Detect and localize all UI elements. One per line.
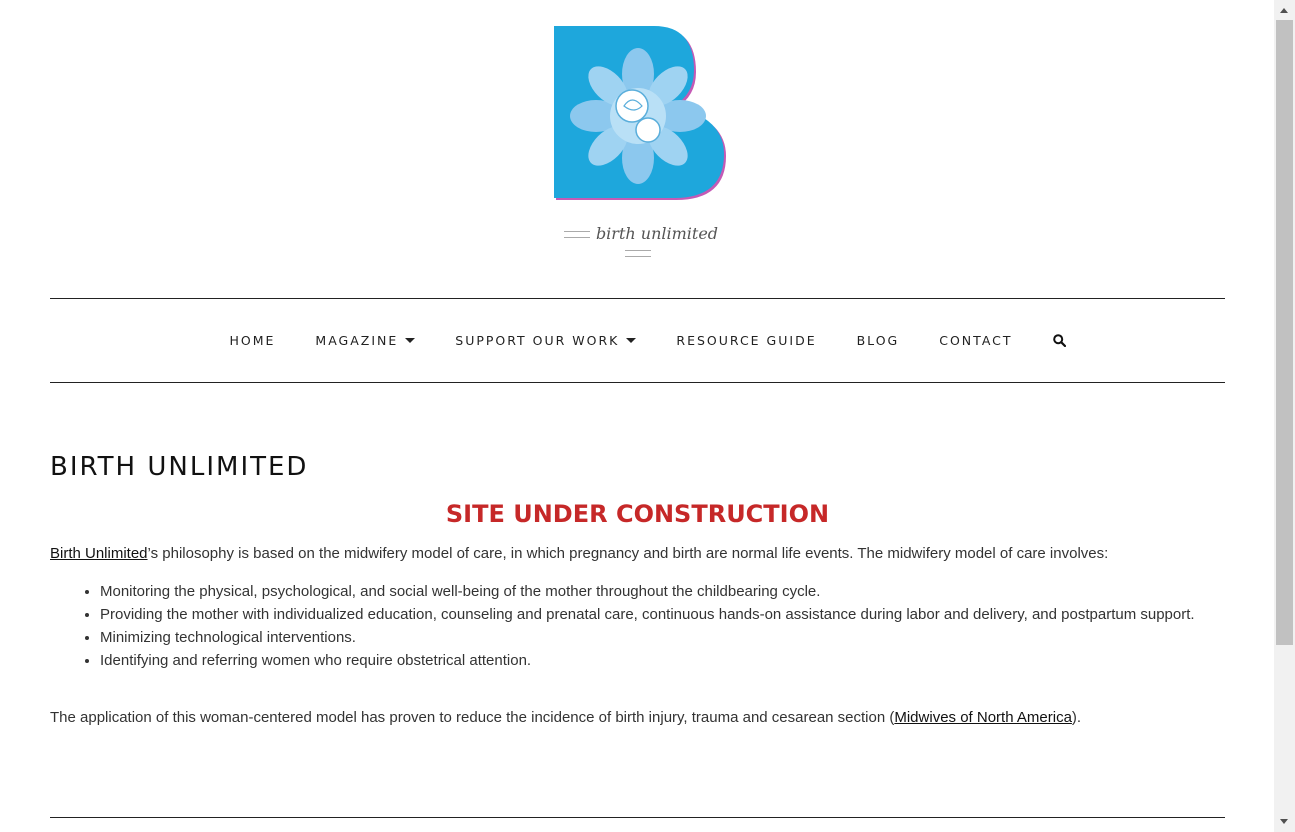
nav-magazine-label: MAGAZINE bbox=[315, 333, 399, 348]
logo-caption-text: birth unlimited bbox=[595, 224, 719, 243]
site-logo[interactable]: birth unlimited bbox=[546, 24, 730, 257]
caret-down-icon bbox=[405, 338, 416, 343]
nav-contact[interactable]: CONTACT bbox=[939, 333, 1012, 348]
intro-text: ’s philosophy is based on the midwifery … bbox=[147, 545, 1109, 562]
list-item: Minimizing technological interventions. bbox=[100, 626, 1260, 649]
birth-unlimited-link[interactable]: Birth Unlimited bbox=[50, 545, 148, 562]
nav-contact-label: CONTACT bbox=[939, 333, 1013, 348]
list-item: Identifying and referring women who requ… bbox=[100, 649, 1260, 672]
nav-blog-label: BLOG bbox=[856, 333, 900, 348]
page-title: BIRTH UNLIMITED bbox=[50, 452, 309, 482]
nav-resource-label: RESOURCE GUIDE bbox=[676, 333, 817, 348]
nav-magazine[interactable]: MAGAZINE bbox=[315, 333, 416, 348]
model-of-care-list: Monitoring the physical, psychological, … bbox=[50, 580, 1260, 672]
outro-end: ). bbox=[1071, 709, 1082, 726]
nav-home[interactable]: HOME bbox=[229, 333, 275, 348]
list-item: Monitoring the physical, psychological, … bbox=[100, 580, 1260, 603]
list-item: Providing the mother with individualized… bbox=[100, 603, 1260, 626]
nav-blog[interactable]: BLOG bbox=[857, 333, 900, 348]
outro-paragraph: The application of this woman-centered m… bbox=[50, 708, 1225, 728]
footer-divider bbox=[50, 817, 1225, 818]
outro-text: The application of this woman-centered m… bbox=[50, 709, 895, 726]
logo-caption: birth unlimited bbox=[546, 224, 730, 262]
nav-home-label: HOME bbox=[229, 333, 276, 348]
nav-resource-guide[interactable]: RESOURCE GUIDE bbox=[676, 333, 816, 348]
scroll-down-arrow-icon[interactable] bbox=[1280, 819, 1288, 824]
caption-rule-right bbox=[625, 250, 651, 257]
vertical-scrollbar[interactable] bbox=[1274, 0, 1295, 832]
scroll-up-arrow-icon[interactable] bbox=[1280, 8, 1288, 13]
nav-support-our-work[interactable]: SUPPORT OUR WORK bbox=[455, 333, 637, 348]
main-navigation: HOME MAGAZINE SUPPORT OUR WORK RESOURCE … bbox=[50, 298, 1225, 383]
scrollbar-thumb[interactable] bbox=[1276, 20, 1293, 645]
intro-paragraph: Birth Unlimited’s philosophy is based on… bbox=[50, 544, 1225, 564]
search-icon[interactable] bbox=[1052, 334, 1066, 347]
nav-support-label: SUPPORT OUR WORK bbox=[455, 333, 620, 348]
logo-b-icon bbox=[554, 26, 726, 200]
caret-down-icon bbox=[626, 338, 637, 343]
page: birth unlimited HOME MAGAZINE SUPPORT OU… bbox=[0, 0, 1274, 832]
caption-rule-left bbox=[563, 231, 590, 238]
construction-headline: SITE UNDER CONSTRUCTION bbox=[445, 500, 830, 528]
midwives-of-north-america-link[interactable]: Midwives of North America bbox=[894, 709, 1072, 726]
